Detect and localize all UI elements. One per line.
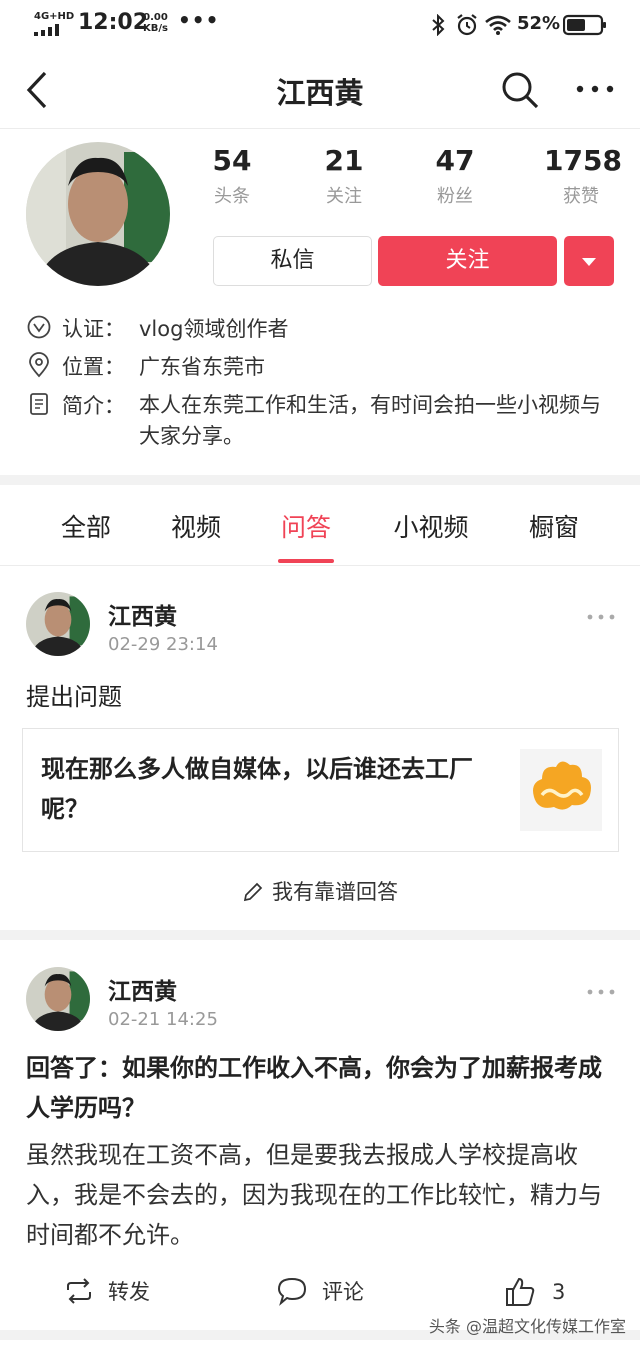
recommend-dropdown-button[interactable] (564, 236, 614, 286)
more-options-icon[interactable] (576, 82, 616, 96)
notification-dots: ••• (178, 8, 220, 32)
caret-down-icon (582, 258, 596, 266)
answer-body[interactable]: 虽然我现在工资不高，但是要我去报成人学校提高收入，我是不会去的，因为我现在的工作… (26, 1135, 616, 1255)
network-indicator: 4G+HD (34, 11, 75, 22)
watermark: 头条 @温超文化传媒工作室 (428, 1317, 626, 1336)
tab-all[interactable]: 全部 (56, 508, 116, 544)
stat-likes[interactable]: 1758 获赞 (544, 144, 622, 208)
answered-question-title[interactable]: 回答了：如果你的工作收入不高，你会为了加薪报考成人学历吗？ (26, 1048, 616, 1128)
question-thumbnail (520, 749, 602, 831)
speed-unit: KB/s (143, 23, 168, 34)
pencil-icon (243, 882, 263, 902)
question-text: 现在那么多人做自媒体，以后谁还去工厂呢？ (41, 755, 473, 823)
signal-icon (34, 24, 59, 36)
answer-button[interactable]: 我有靠谱回答 (0, 876, 640, 906)
like-count: 3 (552, 1280, 566, 1304)
bio-row: 简介： 本人在东莞工作和生活，有时间会拍一些小视频与大家分享。 (26, 390, 604, 452)
question-card[interactable]: 现在那么多人做自媒体，以后谁还去工厂呢？ (22, 728, 619, 852)
bio-key: 简介： (62, 394, 125, 418)
like-button[interactable]: 3 (504, 1276, 565, 1308)
tab-video[interactable]: 视频 (166, 508, 226, 544)
post-avatar[interactable] (26, 592, 90, 656)
stat-articles-label: 头条 (214, 186, 250, 207)
post-time: 02-29 23:14 (108, 634, 218, 655)
location-row: 位置： 广东省东莞市 (26, 351, 265, 381)
battery-icon (563, 14, 606, 36)
verification-key: 认证： (62, 317, 125, 341)
header-divider (0, 128, 640, 129)
location-key: 位置： (62, 355, 125, 379)
tab-showcase[interactable]: 橱窗 (524, 508, 584, 544)
tab-short-video[interactable]: 小视频 (386, 508, 476, 544)
stat-followers-label: 粉丝 (437, 186, 473, 207)
profile-avatar[interactable] (26, 142, 170, 286)
search-icon[interactable] (500, 70, 540, 110)
clock: 12:02 (78, 10, 149, 35)
stat-articles[interactable]: 54 头条 (204, 144, 260, 208)
bluetooth-icon (432, 14, 445, 36)
location-value: 广东省东莞市 (139, 355, 265, 379)
tabs-divider (0, 565, 640, 566)
status-bar: 4G+HD 12:02 0.00 KB/s ••• 52% (0, 0, 640, 52)
repost-button[interactable]: 转发 (64, 1276, 150, 1306)
comment-label: 评论 (322, 1280, 364, 1304)
repost-label: 转发 (108, 1280, 150, 1304)
verified-icon (27, 315, 51, 339)
stat-following-value: 21 (324, 144, 364, 177)
cloud-logo-icon (533, 761, 591, 810)
page-title: 江西黄 (276, 76, 364, 110)
thumbs-up-icon (506, 1277, 535, 1306)
post-more-icon[interactable] (586, 987, 616, 997)
stat-likes-label: 获赞 (563, 186, 599, 207)
follow-button[interactable]: 关注 (378, 236, 557, 286)
wifi-icon (485, 15, 511, 35)
active-tab-indicator (278, 559, 334, 563)
stat-following-label: 关注 (326, 186, 362, 207)
comment-icon (277, 1277, 307, 1306)
answer-button-label: 我有靠谱回答 (272, 880, 398, 904)
post-time: 02-21 14:25 (108, 1009, 218, 1030)
post-author[interactable]: 江西黄 (108, 972, 177, 1006)
speed-value: 0.00 (143, 12, 168, 23)
location-pin-icon (29, 352, 49, 378)
post-divider (0, 930, 640, 940)
post-action-text: 提出问题 (26, 683, 122, 711)
verification-value: vlog领域创作者 (139, 317, 289, 341)
post-more-icon[interactable] (586, 612, 616, 622)
document-icon (30, 393, 48, 415)
message-button[interactable]: 私信 (213, 236, 372, 286)
post-avatar[interactable] (26, 967, 90, 1031)
verification-row: 认证： vlog领域创作者 (26, 313, 288, 343)
stat-following[interactable]: 21 关注 (316, 144, 372, 208)
battery-percent: 52% (517, 13, 561, 34)
repost-icon (67, 1278, 91, 1304)
bio-value: 本人在东莞工作和生活，有时间会拍一些小视频与大家分享。 (139, 393, 601, 448)
alarm-icon (457, 14, 477, 36)
post-author[interactable]: 江西黄 (108, 597, 177, 631)
network-speed: 0.00 KB/s (143, 12, 168, 34)
stat-followers-value: 47 (435, 144, 475, 177)
stat-articles-value: 54 (212, 144, 252, 177)
stat-followers[interactable]: 47 粉丝 (427, 144, 483, 208)
section-divider (0, 475, 640, 485)
stat-likes-value: 1758 (544, 144, 622, 177)
comment-button[interactable]: 评论 (276, 1276, 364, 1306)
tab-qa[interactable]: 问答 (276, 508, 336, 544)
